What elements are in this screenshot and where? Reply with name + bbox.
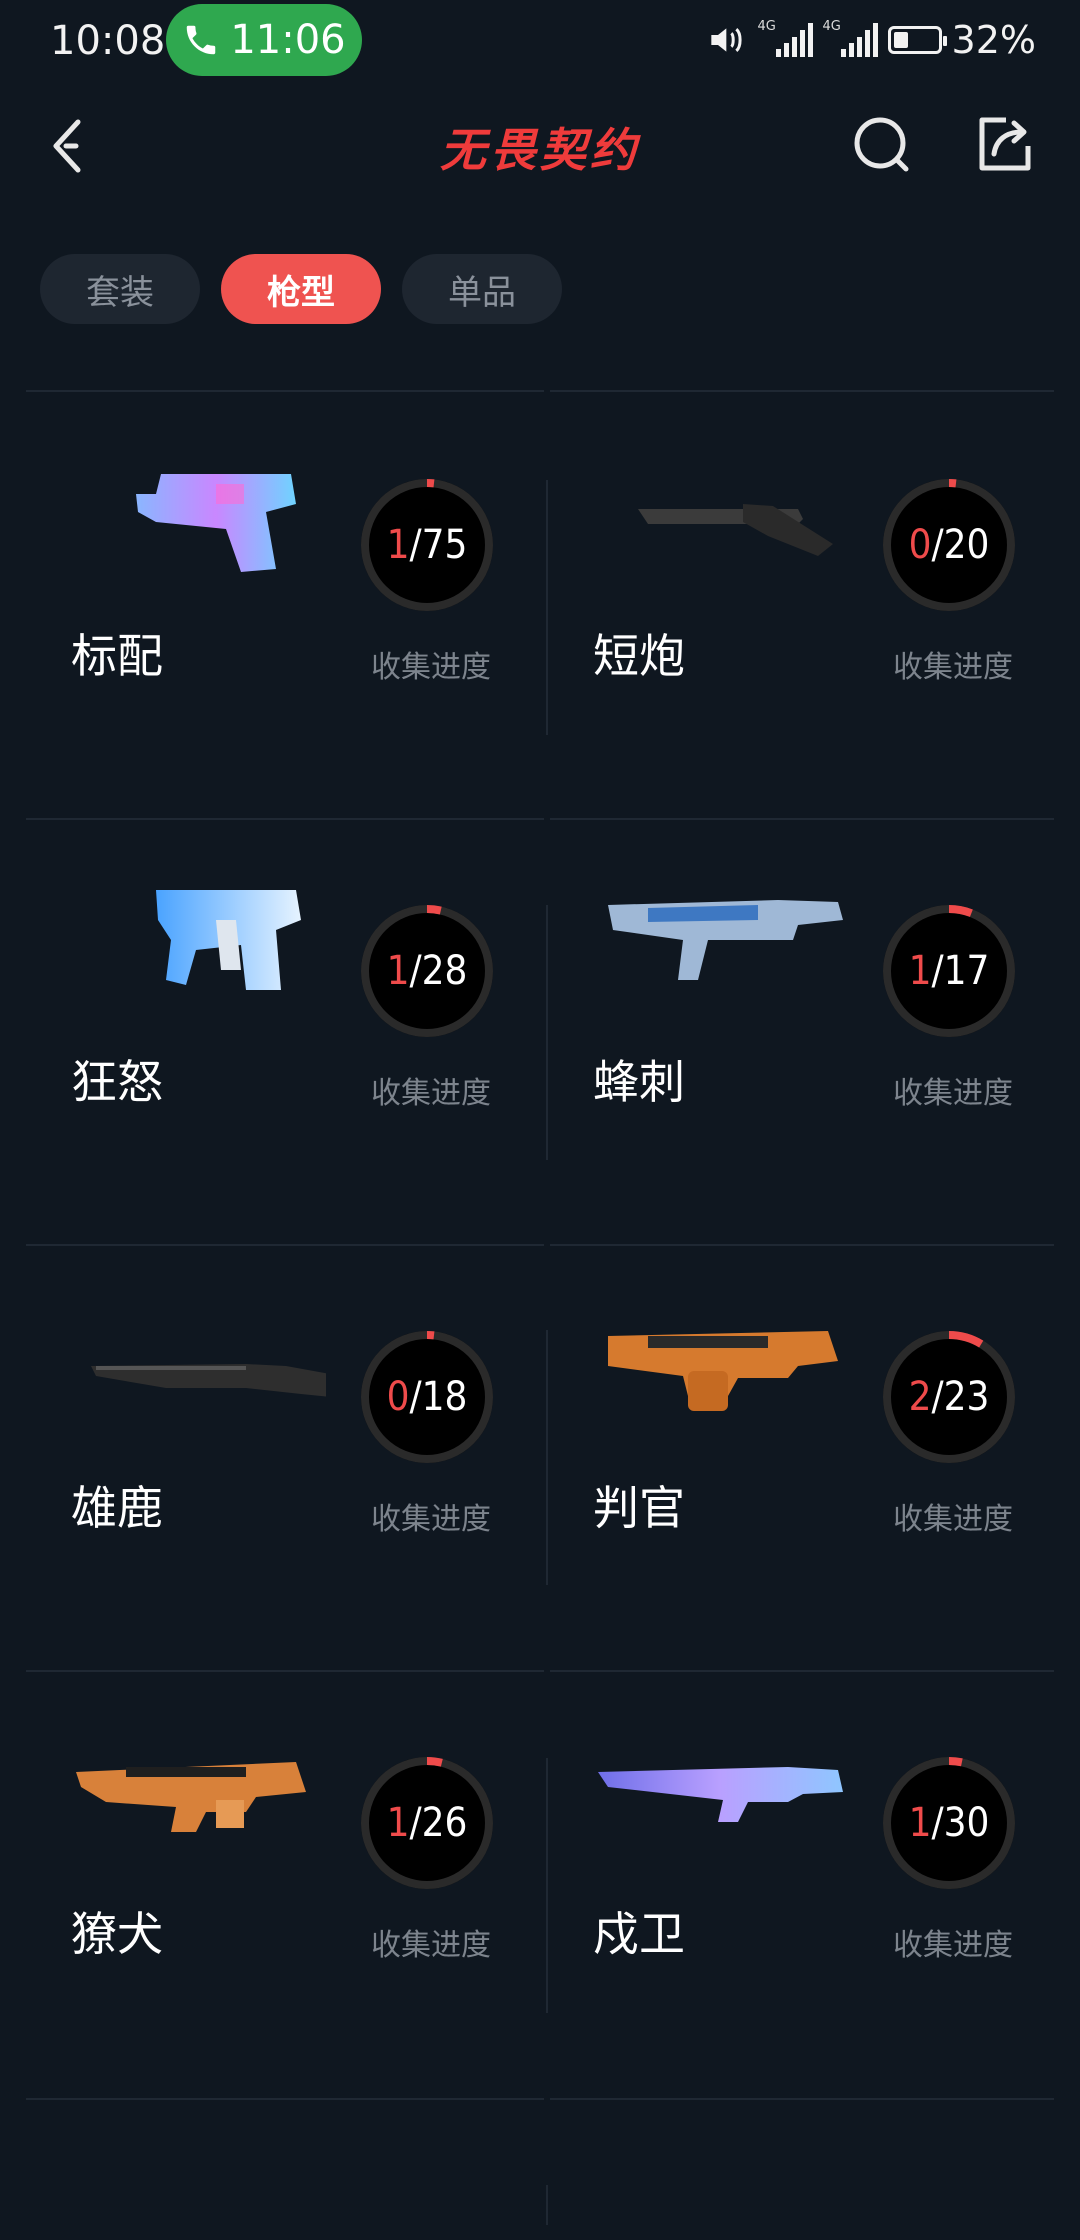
progress-label: 收集进度 (371, 1928, 491, 1963)
signal-1-icon: 4G (758, 19, 813, 57)
progress-count: 0/20 (908, 522, 990, 568)
status-time: 10:08 (50, 18, 166, 64)
progress-count: 1/75 (386, 522, 468, 568)
divider (26, 2098, 544, 2100)
ongoing-call-pill[interactable]: 11:06 (166, 4, 362, 76)
category-tabs: 套装 枪型 单品 (40, 254, 562, 324)
weapon-name: 雄鹿 (71, 1481, 163, 1535)
progress-count: 1/26 (386, 1800, 468, 1846)
app-header: 无畏契约 (0, 90, 1080, 200)
divider (550, 390, 1054, 392)
status-bar: 10:08 11:06 4G 4G 32% (0, 0, 1080, 82)
progress-count: 0/18 (386, 1374, 468, 1420)
tab-suits[interactable]: 套装 (40, 254, 200, 324)
progress-label: 收集进度 (371, 1076, 491, 1111)
machine-pistol-skin-image (156, 890, 301, 990)
weapon-card-judge[interactable]: 判官 2/23 收集进度 (548, 1246, 1068, 1670)
progress-count: 2/23 (908, 1374, 990, 1420)
divider (26, 390, 544, 392)
call-timer: 11:06 (230, 17, 346, 63)
battery-percent: 32% (951, 18, 1036, 62)
progress-label: 收集进度 (371, 650, 491, 685)
column-divider (546, 2185, 548, 2225)
weapon-name: 戍卫 (593, 1907, 685, 1961)
phone-icon (187, 25, 216, 55)
signal-2-icon: 4G (823, 19, 878, 57)
shotgun-skin-image (638, 504, 833, 556)
progress-count: 1/30 (908, 1800, 990, 1846)
weapon-card-frenzy[interactable]: 狂怒 1/28 收集进度 (26, 820, 546, 1244)
battery-icon (887, 26, 947, 54)
volume-icon (710, 28, 742, 52)
search-icon[interactable] (848, 110, 918, 180)
progress-count: 1/28 (386, 948, 468, 994)
tab-single-items[interactable]: 单品 (402, 254, 562, 324)
weapon-card-guardian[interactable]: 戍卫 1/30 收集进度 (548, 1672, 1068, 2096)
rifle-skin-image (598, 1767, 843, 1822)
pistol-skin-image (136, 474, 296, 572)
share-icon[interactable] (970, 110, 1040, 180)
weapon-card-bucky[interactable]: 雄鹿 0/18 收集进度 (26, 1246, 546, 1670)
app-logo: 无畏契约 (440, 123, 640, 177)
status-right: 4G 4G 32% (708, 18, 1036, 62)
shotgun-skin-image (91, 1364, 326, 1397)
smg-skin-image (608, 900, 843, 980)
progress-label: 收集进度 (893, 1502, 1013, 1537)
weapon-name: 狂怒 (71, 1055, 163, 1109)
progress-count: 1/17 (908, 948, 990, 994)
progress-label: 收集进度 (893, 1076, 1013, 1111)
weapon-name: 蜂刺 (593, 1055, 685, 1109)
auto-shotgun-skin-image (608, 1331, 838, 1411)
weapon-name: 短炮 (593, 629, 685, 683)
progress-label: 收集进度 (893, 650, 1013, 685)
weapon-card-stinger[interactable]: 蜂刺 1/17 收集进度 (548, 820, 1068, 1244)
weapon-name: 獠犬 (71, 1907, 163, 1961)
progress-label: 收集进度 (893, 1928, 1013, 1963)
weapon-card-shorty[interactable]: 短炮 0/20 收集进度 (548, 394, 1068, 818)
tab-weapon-types[interactable]: 枪型 (221, 254, 381, 324)
weapon-name: 判官 (593, 1481, 685, 1535)
weapon-card-bulldog[interactable]: 獠犬 1/26 收集进度 (26, 1672, 546, 2096)
divider (550, 2098, 1054, 2100)
weapon-name: 标配 (71, 629, 163, 683)
rifle-skin-image (76, 1762, 306, 1832)
progress-label: 收集进度 (371, 1502, 491, 1537)
weapon-card-classic[interactable]: 标配 1/75 收集进度 (26, 394, 546, 818)
